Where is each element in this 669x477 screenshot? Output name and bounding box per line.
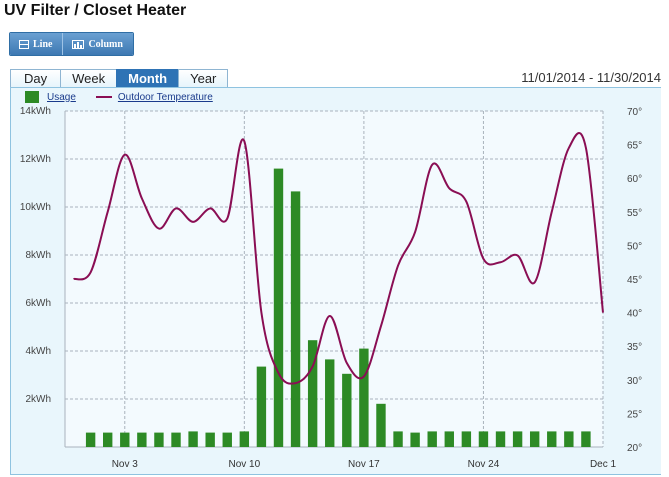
usage-bar[interactable] [120, 432, 130, 447]
y-left-tick-label: 2kWh [25, 394, 51, 405]
usage-bar[interactable] [581, 431, 591, 447]
usage-bar[interactable] [171, 432, 181, 447]
y-right-tick-label: 20° [627, 443, 642, 454]
usage-bar[interactable] [461, 431, 472, 447]
usage-bar[interactable] [444, 431, 454, 447]
usage-bar[interactable] [427, 431, 437, 447]
usage-bar[interactable] [290, 191, 301, 447]
y-right-tick-label: 35° [627, 342, 642, 353]
usage-bar[interactable] [495, 431, 506, 447]
usage-bar[interactable] [103, 432, 113, 447]
usage-bar[interactable] [359, 348, 369, 447]
usage-bar[interactable] [222, 432, 232, 447]
usage-bar[interactable] [529, 431, 540, 447]
y-right-tick-label: 30° [627, 376, 642, 387]
usage-bar[interactable] [325, 359, 335, 447]
x-tick-label: Dec 1 [590, 459, 617, 470]
usage-bar[interactable] [188, 431, 198, 447]
usage-bar[interactable] [376, 403, 386, 447]
y-left-tick-label: 10kWh [20, 202, 51, 213]
usage-bar[interactable] [512, 431, 523, 447]
usage-bar[interactable] [137, 432, 147, 447]
y-right-tick-label: 55° [627, 208, 642, 219]
usage-bar[interactable] [410, 432, 420, 447]
usage-bar[interactable] [154, 432, 164, 447]
y-right-tick-label: 25° [627, 409, 642, 420]
y-right-tick-label: 50° [627, 241, 642, 252]
y-left-tick-label: 6kWh [25, 298, 51, 309]
y-right-tick-label: 70° [627, 107, 642, 118]
usage-temperature-chart: 2kWh 4kWh 6kWh 8kWh 10kWh 12kWh 14kWh 20° 25° 30°… [20, 106, 642, 470]
y-left-tick-label: 12kWh [20, 154, 51, 165]
usage-bar[interactable] [478, 431, 489, 447]
usage-bar[interactable] [85, 432, 96, 447]
y-right-tick-label: 65° [627, 141, 642, 152]
usage-bar[interactable] [564, 431, 574, 447]
y-left-tick-label: 14kWh [20, 106, 51, 117]
usage-bar[interactable] [547, 431, 557, 447]
usage-bar[interactable] [239, 431, 250, 447]
usage-bar[interactable] [273, 168, 284, 447]
x-tick-label: Nov 3 [112, 459, 139, 470]
y-right-tick-label: 40° [627, 309, 642, 320]
x-tick-label: Nov 17 [348, 459, 380, 470]
x-tick-label: Nov 24 [468, 459, 500, 470]
y-left-tick-label: 4kWh [25, 346, 51, 357]
y-right-tick-label: 60° [627, 174, 642, 185]
x-tick-label: Nov 10 [228, 459, 260, 470]
y-right-tick-label: 45° [627, 275, 642, 286]
usage-bar[interactable] [256, 366, 267, 447]
usage-bar[interactable] [205, 432, 215, 447]
usage-bar[interactable] [393, 431, 403, 447]
y-left-tick-label: 8kWh [25, 250, 51, 261]
usage-bar[interactable] [342, 373, 352, 447]
